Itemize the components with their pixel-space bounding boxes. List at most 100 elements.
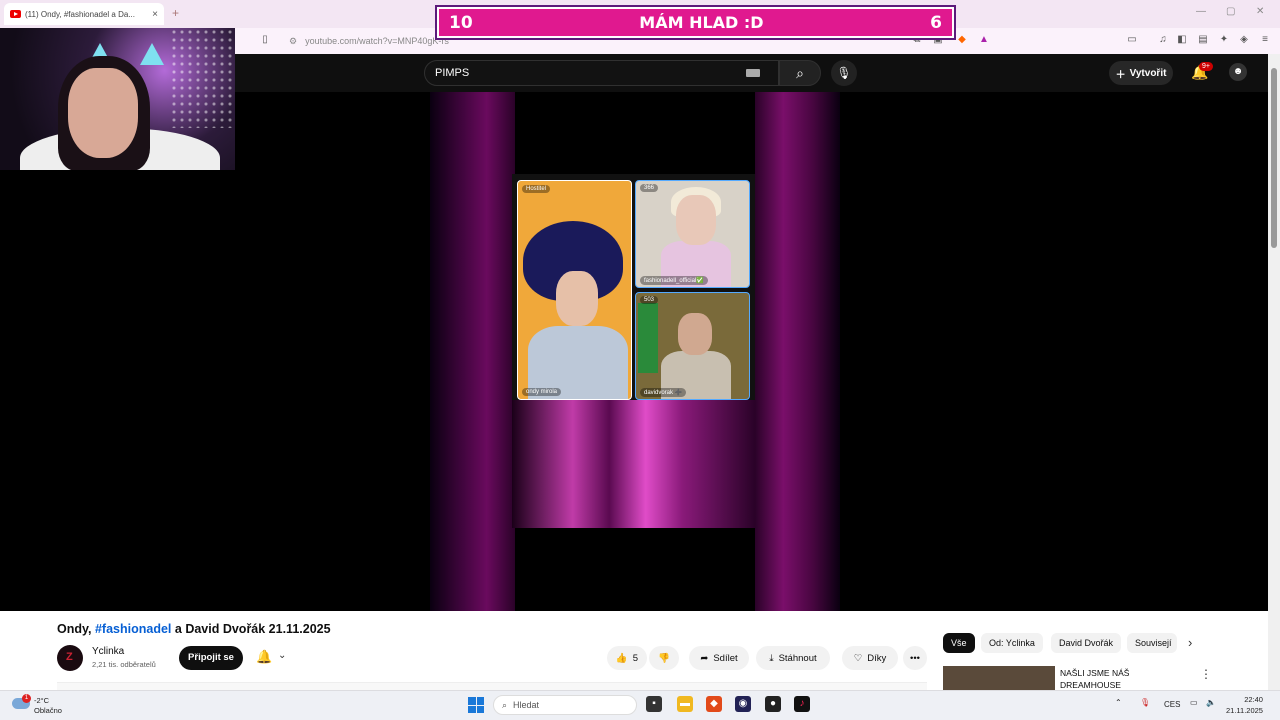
search-button[interactable]: ⌕ (779, 60, 821, 86)
channel-avatar[interactable] (57, 645, 83, 671)
keyboard-icon[interactable] (746, 69, 760, 77)
taskbar-search[interactable]: ⌕ Hledat (493, 695, 637, 715)
microphone-icon[interactable]: 🎙 (1140, 698, 1150, 707)
mic-icon: 🎙 (836, 66, 852, 80)
vpn-icon[interactable]: ◈ (1238, 34, 1250, 46)
channel-name[interactable]: Yclinka (92, 646, 124, 657)
related-more-icon[interactable]: ⋮ (1200, 667, 1212, 681)
windows-logo-icon (468, 697, 476, 705)
heart-dollar-icon: ♡ (853, 652, 863, 664)
guest2-viewers: 503 (640, 296, 659, 304)
video-info-panel: Ondy, #fashionadel a David Dvořák 21.11.… (0, 611, 1268, 690)
network-icon[interactable]: ▭ (1190, 698, 1198, 707)
close-window-button[interactable]: ✕ (1256, 6, 1264, 17)
chevron-right-icon[interactable]: › (1188, 635, 1192, 650)
live-tile-host: Hostitel ondy mirola (517, 180, 632, 400)
share-button[interactable]: ➦ Sdílet (689, 646, 749, 670)
more-icon: ••• (910, 652, 920, 664)
thanks-button[interactable]: ♡ Díky (842, 646, 898, 670)
browser-tab[interactable]: (11) Ondy, #fashionadel a Da... × (4, 3, 164, 25)
like-button[interactable]: 👍 5 (607, 646, 647, 670)
chip-related[interactable]: Souvisejí (1127, 633, 1177, 653)
menu-icon[interactable]: ≡ (1259, 34, 1271, 46)
video-glow-left (430, 92, 515, 611)
live-tile-guest-1: 366 fashionadell_official✅ (635, 180, 750, 288)
new-tab-button[interactable]: + (172, 6, 179, 20)
wallet-icon[interactable]: ▤ (1197, 34, 1209, 46)
obs-icon[interactable]: ◉ (735, 696, 751, 712)
search-input[interactable]: PIMPS (424, 60, 779, 86)
guest1-viewers: 366 (640, 184, 659, 192)
site-info-icon[interactable]: ⚙ (289, 36, 297, 47)
host-username: ondy mirola (522, 388, 562, 396)
dislike-button[interactable]: 👎 (649, 646, 679, 670)
language-indicator[interactable]: CES (1164, 700, 1180, 709)
voice-search-button[interactable]: 🎙 (831, 60, 857, 86)
overlay-left-number: 10 (449, 12, 473, 33)
youtube-icon (10, 10, 21, 18)
download-button[interactable]: ⤓ Stáhnout (756, 646, 830, 670)
chevron-down-icon[interactable]: ⌄ (278, 650, 286, 661)
thumbs-down-icon: 👎 (658, 652, 670, 664)
guest2-username: davidvorak ➕ (640, 388, 687, 397)
thanks-label: Díky (867, 652, 887, 664)
live-tile-guest-2: 503 davidvorak ➕ (635, 292, 750, 400)
minimize-button[interactable]: — (1196, 6, 1206, 17)
bookmark-icon[interactable]: ▯ (259, 34, 271, 46)
weather-badge: 1 (22, 694, 31, 703)
windows-logo-tile (476, 705, 484, 713)
account-avatar[interactable]: ☻ (1229, 63, 1247, 81)
video-hashtag-link[interactable]: #fashionadel (95, 622, 171, 636)
chip-all[interactable]: Vše (943, 633, 975, 653)
vertical-video-frame: Hostitel ondy mirola 366 fashionadell_of… (512, 174, 755, 528)
streamer-face (68, 68, 138, 158)
guest2-background-plant (638, 303, 658, 373)
guest2-face (678, 313, 712, 355)
related-video-thumbnail[interactable] (943, 666, 1055, 690)
task-view-icon[interactable]: ▪ (646, 696, 662, 712)
tab-close-icon[interactable]: × (152, 9, 158, 20)
overlay-text: MÁM HLAD :D (639, 13, 764, 32)
reader-icon[interactable]: ◧ (1176, 34, 1188, 46)
webcam-overlay (0, 28, 235, 170)
download-icon: ⤓ (769, 652, 774, 664)
rewards-icon[interactable]: ▲ (978, 34, 990, 46)
video-title-suffix: a David Dvořák 21.11.2025 (174, 622, 331, 636)
brave-browser-icon[interactable]: ◆ (706, 696, 722, 712)
guest1-username: fashionadell_official✅ (640, 276, 708, 285)
system-clock[interactable]: 22:40 21.11.2025 (1226, 694, 1263, 716)
create-button[interactable]: ＋ Vytvořit (1109, 61, 1173, 85)
maximize-button[interactable]: ▢ (1226, 6, 1235, 17)
plus-icon: ＋ (1115, 69, 1126, 81)
subscription-bell-icon[interactable]: 🔔 (256, 649, 272, 665)
clock-time: 22:40 (1244, 695, 1263, 704)
join-button[interactable]: Připojit se (179, 646, 243, 670)
sidebar-icon[interactable]: ▭ (1126, 34, 1138, 46)
start-button[interactable] (468, 697, 484, 713)
chip-from-channel[interactable]: Od: Yclinka (981, 633, 1043, 653)
like-count: 5 (632, 652, 639, 664)
music-icon[interactable]: ♫ (1157, 34, 1169, 46)
windows-logo-tile (468, 705, 476, 713)
chevron-up-icon[interactable]: ⌃ (1115, 698, 1122, 707)
scrollbar-thumb[interactable] (1271, 68, 1277, 248)
more-actions-button[interactable]: ••• (903, 646, 927, 670)
page-scrollbar[interactable] (1268, 54, 1280, 690)
related-video-title[interactable]: NAŠLI JSME NÁŠ DREAMHOUSE (1060, 667, 1190, 691)
video-player[interactable]: Hostitel ondy mirola 366 fashionadell_of… (235, 92, 1268, 611)
stream-app-icon[interactable]: ● (765, 696, 781, 712)
brave-shield-icon[interactable]: ◆ (956, 34, 968, 46)
chip-david-dvorak[interactable]: David Dvořák (1051, 633, 1122, 653)
volume-icon[interactable]: 🔈 (1206, 698, 1216, 707)
video-title-prefix: Ondy, (57, 622, 92, 636)
share-icon: ➦ (700, 652, 709, 664)
file-explorer-icon[interactable]: ▬ (677, 696, 693, 712)
fairy-lights (170, 28, 235, 128)
leo-ai-icon[interactable]: ✦ (1218, 34, 1230, 46)
video-glow-right (755, 92, 840, 611)
windows-logo-tile (476, 697, 484, 705)
thumbs-up-icon: 👍 (615, 652, 628, 664)
tiktok-icon[interactable]: ♪ (794, 696, 810, 712)
notifications-badge: 9+ (1199, 62, 1213, 71)
clock-date: 21.11.2025 (1226, 706, 1263, 715)
